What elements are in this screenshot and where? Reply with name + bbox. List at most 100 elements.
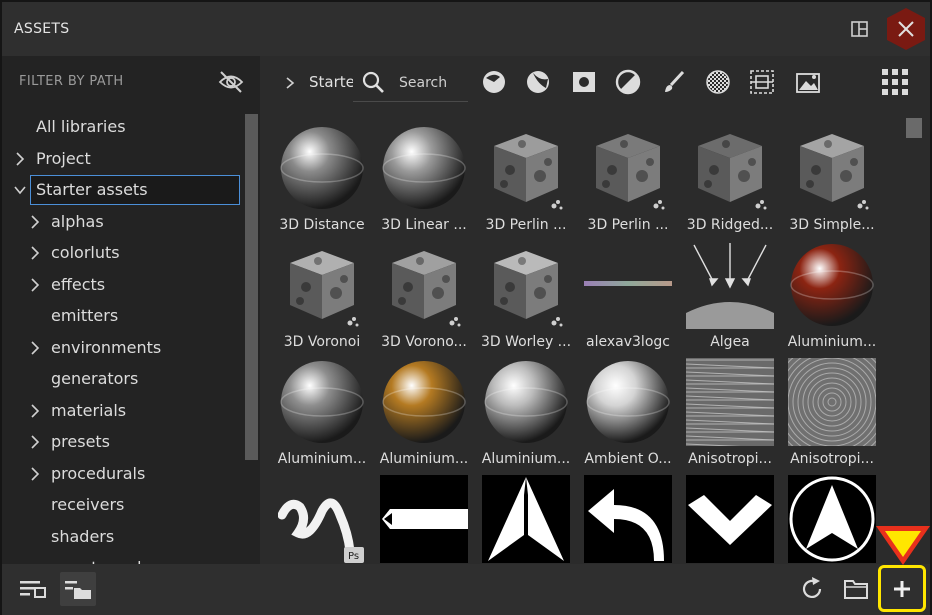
asset-thumbnail: [482, 124, 570, 212]
grid-view-icon[interactable]: [880, 67, 910, 97]
tree-item-label: alphas: [51, 211, 104, 231]
asset-tile[interactable]: [578, 469, 674, 564]
chevron-right-icon[interactable]: [29, 403, 41, 418]
asset-label: 3D Vorono...: [381, 334, 467, 350]
texture-icon[interactable]: [704, 68, 732, 96]
asset-label: Algea: [710, 334, 750, 350]
grid-scrollbar[interactable]: [906, 118, 922, 138]
asset-tile[interactable]: alexav3logc: [578, 235, 674, 350]
asset-thumbnail: [584, 124, 672, 212]
title-bar: ASSETS: [2, 2, 930, 56]
tree-item[interactable]: generators: [2, 363, 244, 395]
window-title: ASSETS: [14, 21, 70, 37]
smart-material-icon[interactable]: [480, 68, 508, 96]
tree-item-label: Starter assets: [36, 180, 148, 199]
asset-label: 3D Worley ...: [480, 334, 572, 350]
tree-item[interactable]: smart-masks: [2, 552, 244, 564]
assets-window: ASSETS FILTER BY PATH All libraries Proje…: [0, 0, 932, 615]
environment-icon[interactable]: [794, 68, 822, 96]
asset-label: 3D Perlin ...: [485, 217, 567, 233]
tree-item[interactable]: effects: [2, 269, 244, 301]
tree-item-label: emitters: [51, 306, 119, 325]
brush-icon[interactable]: [660, 68, 688, 96]
smart-mask-icon[interactable]: [524, 68, 552, 96]
asset-thumbnail: [584, 358, 672, 446]
tree-item[interactable]: environments: [2, 332, 244, 364]
asset-label: Aluminium...: [379, 451, 469, 467]
asset-tile[interactable]: 3D Perlin ...: [578, 118, 674, 233]
material-icon[interactable]: [570, 68, 598, 96]
tree-item[interactable]: alphas: [2, 206, 244, 238]
chevron-down-icon[interactable]: [14, 182, 26, 196]
sidebar-scrollbar[interactable]: [245, 114, 258, 460]
asset-tile[interactable]: Ambient O...: [578, 352, 674, 467]
tree-item[interactable]: Project: [2, 143, 244, 175]
tree-item-label: environments: [51, 337, 162, 357]
asset-tile[interactable]: 3D Ridged...: [680, 118, 776, 233]
add-asset-button[interactable]: [878, 565, 926, 612]
asset-tile[interactable]: Anisotropi...: [680, 352, 776, 467]
asset-tile[interactable]: 3D Linear ...: [374, 118, 470, 233]
folder-icon[interactable]: [838, 572, 874, 606]
asset-tile[interactable]: 3D Simple...: [782, 118, 878, 233]
asset-tile[interactable]: 3D Voronoi: [272, 235, 368, 350]
asset-tile[interactable]: [374, 469, 470, 564]
breadcrumb[interactable]: Starter assets: [309, 73, 353, 91]
procedural-icon[interactable]: [748, 68, 776, 96]
search-icon: [361, 70, 385, 94]
asset-thumbnail: [380, 241, 468, 329]
refresh-icon[interactable]: [794, 572, 830, 606]
asset-thumbnail: [584, 475, 672, 563]
svg-text:Ps: Ps: [348, 551, 359, 562]
asset-tile[interactable]: Aluminium...: [782, 235, 878, 350]
tree-item-label: generators: [51, 369, 139, 388]
tree-item[interactable]: procedurals: [2, 458, 244, 490]
chevron-right-icon[interactable]: [29, 277, 41, 292]
asset-tile[interactable]: Algea: [680, 235, 776, 350]
breadcrumb-chevron-icon[interactable]: [284, 75, 296, 89]
folder-view-icon[interactable]: [60, 572, 96, 606]
tree-item[interactable]: All libraries: [2, 111, 244, 143]
search-box[interactable]: [353, 64, 468, 102]
chevron-right-icon[interactable]: [29, 245, 41, 260]
tree-item[interactable]: Starter assets: [2, 174, 244, 206]
layout-icon[interactable]: [850, 19, 870, 39]
asset-tile[interactable]: 3D Perlin ...: [476, 118, 572, 233]
tree-item[interactable]: presets: [2, 426, 244, 458]
asset-thumbnail: [772, 342, 892, 462]
highlight-marker-icon: [873, 522, 932, 568]
asset-thumbnail: [482, 241, 570, 329]
tree-item[interactable]: materials: [2, 395, 244, 427]
filter-icon[interactable]: [614, 68, 642, 96]
asset-label: Aluminium...: [277, 451, 367, 467]
list-view-icon[interactable]: [15, 572, 51, 606]
asset-tile[interactable]: Anisotropi...: [772, 342, 892, 467]
asset-thumbnail: [278, 241, 366, 329]
chevron-right-icon[interactable]: [29, 214, 41, 229]
asset-tile[interactable]: Aluminium...: [272, 352, 368, 467]
asset-tile[interactable]: Ps: [272, 469, 368, 564]
asset-label: Ambient O...: [584, 451, 672, 467]
chevron-right-icon[interactable]: [29, 466, 41, 481]
asset-tile[interactable]: [680, 469, 776, 564]
tree-item-label: materials: [51, 400, 127, 420]
tree-item[interactable]: receivers: [2, 489, 244, 521]
chevron-right-icon[interactable]: [14, 151, 26, 166]
eye-hidden-icon[interactable]: [216, 68, 246, 96]
asset-label: 3D Voronoi: [283, 334, 361, 350]
tree-item[interactable]: emitters: [2, 300, 244, 332]
asset-tile[interactable]: 3D Distance: [272, 118, 368, 233]
close-button[interactable]: [883, 7, 929, 51]
asset-tile[interactable]: [476, 469, 572, 564]
search-input[interactable]: [399, 72, 465, 94]
asset-tile[interactable]: 3D Worley ...: [476, 235, 572, 350]
asset-thumbnail: [685, 358, 775, 449]
asset-tile[interactable]: Aluminium...: [374, 352, 470, 467]
asset-tile[interactable]: [782, 469, 878, 564]
asset-tile[interactable]: Aluminium...: [476, 352, 572, 467]
chevron-right-icon[interactable]: [29, 434, 41, 449]
asset-tile[interactable]: 3D Vorono...: [374, 235, 470, 350]
tree-item[interactable]: shaders: [2, 521, 244, 553]
tree-item[interactable]: colorluts: [2, 237, 244, 269]
chevron-right-icon[interactable]: [29, 340, 41, 355]
